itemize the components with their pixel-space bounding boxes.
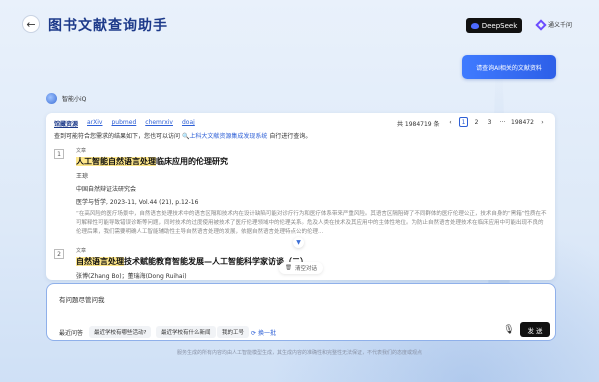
scroll-down-button[interactable]: ▼ [293, 237, 304, 248]
hint-prefix: 查到可能符合您需求的结果如下，您也可以访问 [54, 133, 181, 140]
disclaimer: 服务生成的所有内容均由人工智能模型生成，其生成内容的准确性和完整性无法保证，不代… [176, 350, 422, 356]
prev-page-button[interactable]: ‹ [446, 117, 455, 127]
title-highlight: 自然语言处理 [76, 257, 124, 266]
chat-input[interactable]: 有问题尽管问我 [59, 294, 105, 304]
item-type: 文章 [76, 248, 87, 254]
assistant-avatar [46, 93, 57, 104]
back-button[interactable]: ← [22, 15, 40, 33]
item-source: 医学与哲学, 2023-11, Vol.44 (21), p.12-16 [76, 199, 199, 206]
trash-icon: 🗑 [285, 265, 292, 271]
chevron-down-icon: ▼ [296, 239, 301, 246]
send-button[interactable]: 发 送 [520, 322, 550, 337]
header: ← 图书文献查询助手 DeepSeek 通义千问 [0, 0, 599, 48]
tab-pubmed[interactable]: pubmed [112, 119, 137, 128]
title-highlight: 人工智能自然语言处理 [76, 157, 156, 166]
recent-question-chip[interactable]: 最近学校有什么新闻 [156, 326, 216, 338]
tab-chemrxiv[interactable]: chemrxiv [145, 119, 173, 128]
item-publisher: 中国自然辩证法研究会 [76, 186, 137, 193]
refresh-suggestions-button[interactable]: ⟳ 换一批 [251, 328, 276, 337]
page-3[interactable]: 3 [485, 117, 494, 127]
discovery-system-link-label: 上科大文献资源集成发现系统 [189, 133, 268, 140]
refresh-icon: ⟳ [251, 330, 257, 337]
next-page-button[interactable]: › [538, 117, 547, 127]
page-ellipsis: ··· [499, 118, 506, 126]
refresh-label: 换一批 [257, 330, 276, 337]
recent-label: 最近问答 [59, 330, 84, 337]
recent-question-chip[interactable]: 我的工号 [217, 326, 250, 338]
result-total: 共 1984719 条 [397, 121, 440, 128]
deepseek-label: DeepSeek [481, 21, 518, 30]
recent-question-chip[interactable]: 最近学校有哪些活动? [89, 326, 152, 338]
item-abstract: “在高风险的医疗场景中，自然语言处理技术中的语言区隔和技术内在设计缺陷可能对诊疗… [76, 211, 547, 235]
arrow-left-icon: ← [26, 17, 36, 31]
search-result-card: 馆藏资源 arXiv pubmed chemrxiv doaj 共 198471… [46, 113, 555, 280]
page-last[interactable]: 198472 [511, 117, 534, 127]
page-title: 图书文献查询助手 [48, 18, 168, 34]
item-number: 1 [54, 149, 64, 159]
assistant-name: 智能小iQ [62, 96, 87, 103]
user-message: 请查询AI相关的文献资料 [462, 55, 556, 79]
item-number: 2 [54, 249, 64, 259]
item-author: 王琼 [76, 173, 89, 180]
tab-doaj[interactable]: doaj [182, 119, 195, 128]
clear-chat-button[interactable]: 🗑 清空对话 [279, 262, 323, 274]
result-hint: 查到可能符合您需求的结果如下，您也可以访问 🔍上科大文献资源集成发现系统 自行进… [54, 131, 311, 140]
discovery-system-link[interactable]: 🔍上科大文献资源集成发现系统 [182, 133, 269, 140]
item-body: 文章 人工智能自然语言处理临床应用的伦理研究 王琼 中国自然辩证法研究会 医学与… [76, 147, 548, 244]
deepseek-model-button[interactable]: DeepSeek [466, 18, 522, 33]
page-2[interactable]: 2 [472, 117, 481, 127]
tab-library[interactable]: 馆藏资源 [54, 119, 78, 128]
microphone-button[interactable]: 🎙 [503, 323, 515, 337]
pagination: ‹ 1 2 3 ··· 198472 › [446, 117, 547, 127]
clear-chat-label: 清空对话 [294, 266, 317, 272]
title-rest: 临床应用的伦理研究 [156, 157, 228, 166]
item-type: 文章 [76, 148, 87, 154]
assistant-header: 智能小iQ [46, 93, 86, 104]
tongyi-model-button[interactable]: 通义千问 [535, 18, 573, 31]
tongyi-icon [535, 18, 547, 31]
chat-input-box: 有问题尽管问我 最近问答 最近学校有哪些活动? 最近学校有什么新闻 我的工号 ⟳… [46, 283, 556, 341]
source-tabs: 馆藏资源 arXiv pubmed chemrxiv doaj [54, 119, 195, 128]
list-item[interactable]: 1 文章 人工智能自然语言处理临床应用的伦理研究 王琼 中国自然辩证法研究会 医… [54, 147, 548, 241]
tongyi-label: 通义千问 [548, 22, 573, 29]
hint-suffix: 自行进行查询。 [269, 133, 312, 140]
item-title[interactable]: 人工智能自然语言处理临床应用的伦理研究 [76, 156, 548, 167]
deepseek-icon [470, 22, 479, 29]
microphone-icon: 🎙 [503, 325, 515, 335]
tab-arxiv[interactable]: arXiv [87, 119, 102, 128]
page-1[interactable]: 1 [459, 117, 468, 127]
